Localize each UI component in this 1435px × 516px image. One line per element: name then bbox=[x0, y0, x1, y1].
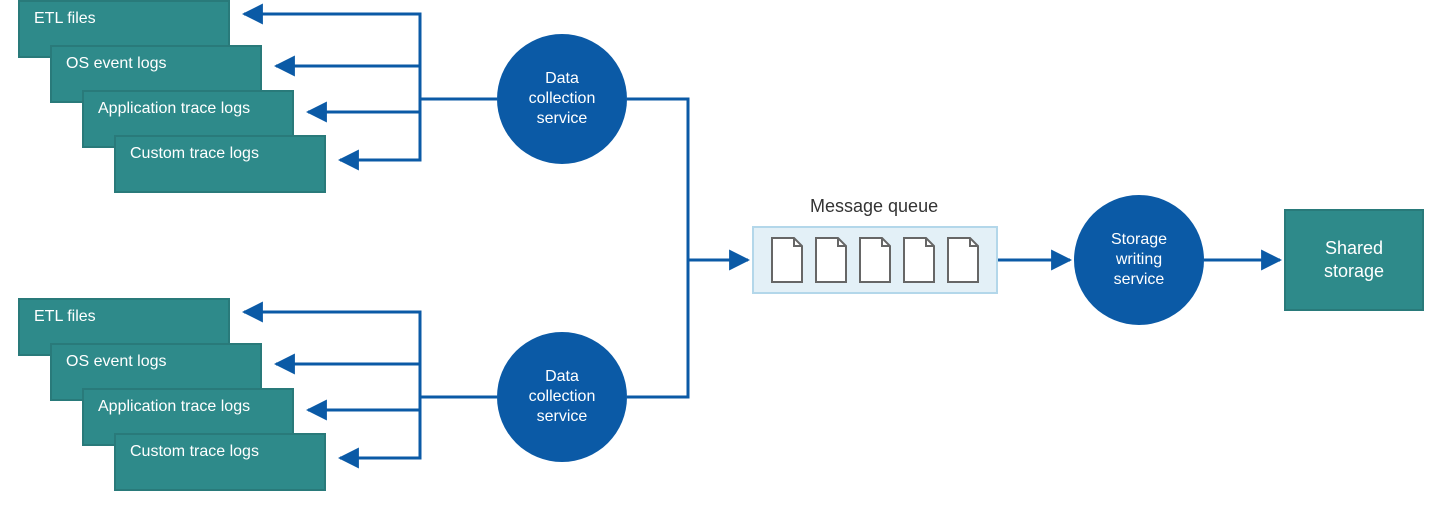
document-icon bbox=[812, 236, 850, 284]
data-collection-service-node: Data collection service bbox=[497, 332, 627, 462]
log-source-label: Custom trace logs bbox=[130, 443, 259, 461]
log-source-label: Application trace logs bbox=[98, 100, 250, 118]
log-source-label: OS event logs bbox=[66, 353, 167, 371]
message-queue bbox=[752, 226, 998, 294]
log-source-label: ETL files bbox=[34, 10, 96, 28]
shared-storage-node: Shared storage bbox=[1284, 209, 1424, 311]
log-source-box: Custom trace logs bbox=[114, 135, 326, 193]
log-source-label: Application trace logs bbox=[98, 398, 250, 416]
document-icon bbox=[856, 236, 894, 284]
log-source-label: OS event logs bbox=[66, 55, 167, 73]
data-collection-service-node: Data collection service bbox=[497, 34, 627, 164]
circle-label: Data collection service bbox=[529, 69, 596, 129]
storage-writing-service-node: Storage writing service bbox=[1074, 195, 1204, 325]
message-queue-label: Message queue bbox=[810, 196, 938, 217]
log-source-box: Custom trace logs bbox=[114, 433, 326, 491]
document-icon bbox=[900, 236, 938, 284]
document-icon bbox=[944, 236, 982, 284]
storage-label: Shared storage bbox=[1324, 237, 1384, 284]
document-icon bbox=[768, 236, 806, 284]
circle-label: Data collection service bbox=[529, 367, 596, 427]
log-source-label: Custom trace logs bbox=[130, 145, 259, 163]
circle-label: Storage writing service bbox=[1111, 230, 1167, 290]
log-source-label: ETL files bbox=[34, 308, 96, 326]
